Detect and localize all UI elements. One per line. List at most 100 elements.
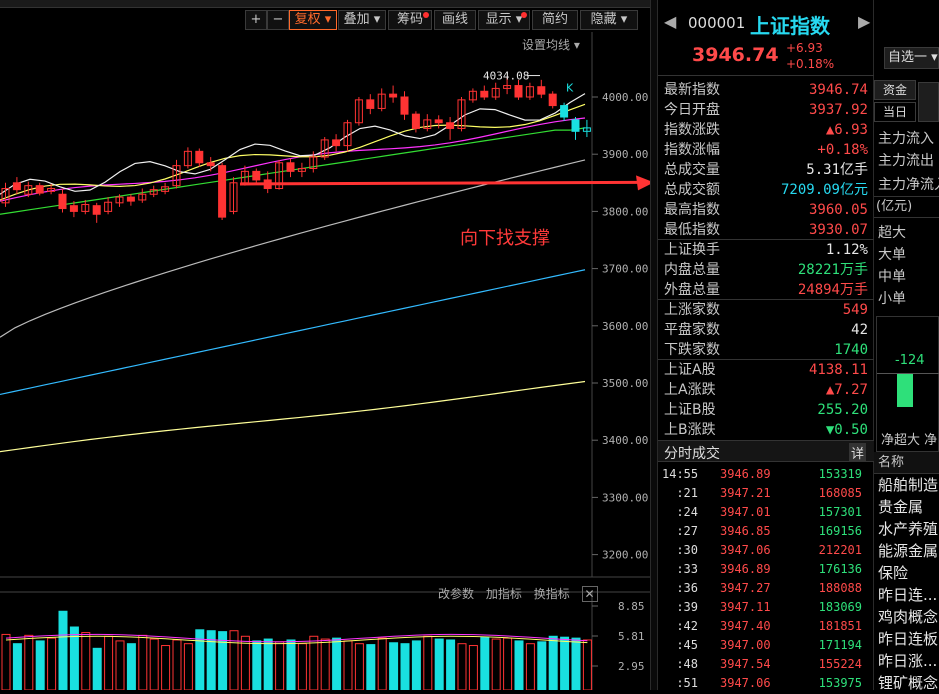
hide-button[interactable]: 隐藏 ▾ — [580, 10, 638, 30]
fund-flow-panel: 自选一 ▾ 资金 当日 主力流入 主力流出 主力净流入 (亿元) 超大 大单 中… — [874, 0, 939, 692]
volume-bar — [491, 638, 501, 691]
tick-price: 3946.89 — [720, 562, 771, 576]
quote-row: 上证B股 255.20 — [658, 400, 874, 420]
stock-name: 上证指数 — [750, 14, 830, 38]
ma-setting-button[interactable]: 设置均线 ▾ — [522, 36, 580, 53]
candle-body — [126, 196, 135, 202]
tick-volume: 153319 — [818, 467, 862, 481]
close-subchart-icon[interactable]: ✕ — [581, 586, 598, 602]
candle-body — [366, 99, 375, 109]
annotation-arrow-head — [636, 175, 654, 191]
candle-body — [206, 162, 215, 167]
tick-time: :21 — [676, 486, 698, 500]
restore-right-button[interactable]: 复权 ▾ — [289, 10, 337, 30]
chips-button[interactable]: 筹码 — [388, 10, 432, 30]
candle-body — [480, 90, 489, 98]
change-params-button[interactable]: 改参数 — [438, 587, 474, 601]
quote-row: 上A涨跌 ▲7.27 — [658, 380, 874, 400]
quote-row-label: 总成交量 — [664, 162, 720, 178]
zoom-out-button[interactable]: − — [267, 10, 289, 30]
sector-item[interactable]: 昨日连板 — [878, 628, 938, 649]
tab-today[interactable]: 当日 — [874, 102, 916, 122]
next-stock-icon[interactable]: ▶ — [858, 12, 870, 31]
quote-row-value: 3937.92 — [808, 102, 868, 118]
tick-volume: 169156 — [818, 524, 862, 538]
volume-bar — [1, 633, 11, 691]
watchlist-dropdown[interactable]: 自选一 ▾ — [884, 47, 939, 69]
tab-fund[interactable]: 资金 — [874, 80, 916, 100]
quote-row: 指数涨跌 ▲6.93 — [658, 120, 874, 140]
y-tick-label: 3400.00 — [602, 434, 648, 447]
tick-volume: 176136 — [818, 562, 862, 576]
sector-item[interactable]: 能源金属 — [878, 540, 938, 561]
panel-splitter[interactable] — [650, 0, 658, 690]
volume-bar — [275, 641, 285, 691]
sector-item[interactable]: 保险 — [878, 562, 908, 583]
quote-row: 最高指数 3960.05 — [658, 200, 874, 220]
ticks-detail-button[interactable]: 详 — [848, 443, 866, 462]
sector-item[interactable]: 昨日涨... — [878, 650, 937, 671]
candle-body — [58, 193, 67, 210]
y-tick-label: 3500.00 — [602, 377, 648, 390]
tab-extra[interactable] — [918, 82, 939, 122]
quote-row: 最新指数 3946.74 — [658, 80, 874, 100]
tick-volume: 183069 — [818, 600, 862, 614]
y-tick-label: 4000.00 — [602, 91, 648, 104]
restore-label: 复权 — [294, 12, 321, 27]
tick-volume: 157301 — [818, 505, 862, 519]
sector-item[interactable]: 贵金属 — [878, 496, 923, 517]
y-tick-label: 3300.00 — [602, 491, 648, 504]
candle-body — [332, 139, 341, 147]
volume-bar — [126, 643, 136, 691]
quote-row: 上证换手 1.12% — [658, 240, 874, 260]
sector-item[interactable]: 船舶制造 — [878, 474, 938, 495]
volume-bar — [389, 642, 399, 691]
volume-bar — [423, 635, 433, 691]
size-super: 超大 — [878, 225, 906, 241]
draw-line-button[interactable]: 画线 — [434, 10, 476, 30]
prev-stock-icon[interactable]: ◀ — [664, 12, 676, 31]
y-tick-label: 3700.00 — [602, 263, 648, 276]
watchlist-label: 自选一 — [888, 50, 928, 65]
y-tick-label: 3600.00 — [602, 320, 648, 333]
quote-row: 上涨家数 549 — [658, 300, 874, 320]
sector-item[interactable]: 昨日连... — [878, 584, 937, 605]
sub-chart-controls: 改参数 加指标 换指标 ✕ — [438, 585, 606, 602]
zoom-in-button[interactable]: + — [245, 10, 267, 30]
tick-time: :42 — [676, 619, 698, 633]
simple-mode-button[interactable]: 简约 — [532, 10, 578, 30]
sector-item[interactable]: 水产养殖 — [878, 518, 938, 539]
volume-bar — [582, 639, 592, 691]
quote-row-label: 外盘总量 — [664, 282, 720, 298]
volume-bar — [457, 643, 467, 691]
tick-time: :39 — [676, 600, 698, 614]
quote-row: 外盘总量 24894万手 — [658, 280, 874, 300]
display-button[interactable]: 显示 ▾ — [478, 10, 530, 30]
volume-bar — [468, 645, 478, 691]
quote-row-label: 最低指数 — [664, 222, 720, 238]
candle-body — [560, 105, 569, 118]
quote-row: 上证A股 4138.11 — [658, 360, 874, 380]
switch-indicator-button[interactable]: 换指标 — [534, 587, 570, 601]
volume-bar — [252, 640, 262, 691]
ma250-line — [0, 380, 586, 453]
quote-row-label: 上证A股 — [664, 362, 716, 378]
ma-setting-label: 设置均线 — [522, 38, 571, 52]
quote-row-value: 255.20 — [817, 402, 868, 418]
quote-panel: ◀ 000001 上证指数 ▶ 3946.74 +6.93 +0.18% 最新指… — [658, 0, 874, 690]
quote-row: 下跌家数 1740 — [658, 340, 874, 360]
add-indicator-button[interactable]: 加指标 — [486, 587, 522, 601]
sector-item[interactable]: 鸡肉概念 — [878, 606, 938, 627]
tick-row: 14:55 3946.89 153319 — [658, 465, 874, 484]
overlay-button[interactable]: 叠加 ▾ — [338, 10, 386, 30]
volume-bar — [400, 643, 410, 691]
candle-body — [35, 185, 44, 194]
quote-row-value: 1740 — [834, 342, 868, 358]
tick-time: :33 — [676, 562, 698, 576]
quote-row-label: 平盘家数 — [664, 322, 720, 338]
volume-bar — [309, 635, 319, 691]
sub-y-tick-label: 2.95 — [618, 660, 645, 673]
tick-price: 3947.11 — [720, 600, 771, 614]
net-bar — [897, 373, 913, 407]
quote-row-value: 3946.74 — [808, 82, 868, 98]
